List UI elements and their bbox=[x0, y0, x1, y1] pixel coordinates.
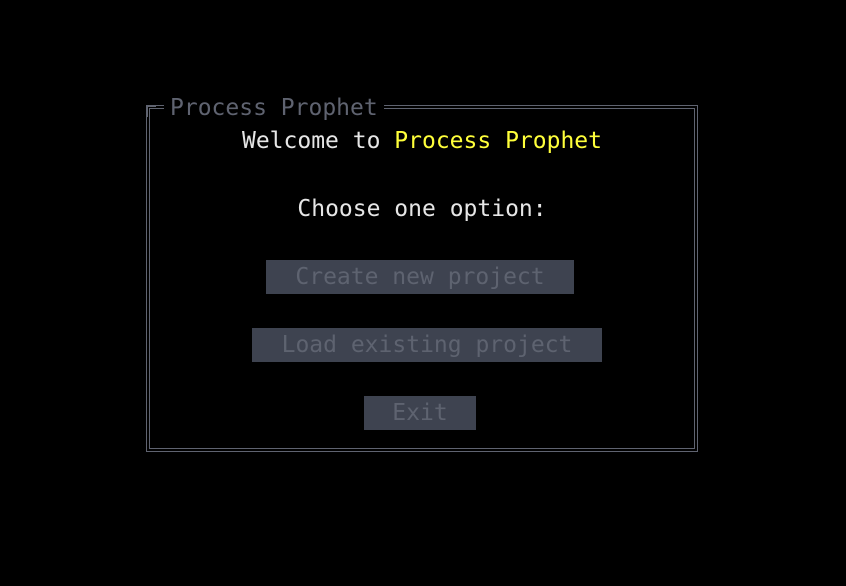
load-existing-project-button[interactable]: Load existing project bbox=[252, 328, 602, 362]
create-new-project-button[interactable]: Create new project bbox=[266, 260, 574, 294]
welcome-message: Welcome to Process Prophet bbox=[146, 126, 698, 156]
frame-corner-decoration bbox=[146, 105, 156, 117]
exit-button[interactable]: Exit bbox=[364, 396, 476, 430]
welcome-prefix: Welcome to bbox=[241, 128, 395, 154]
frame-title: Process Prophet bbox=[164, 93, 384, 123]
welcome-app-name: Process Prophet bbox=[394, 128, 603, 154]
choose-option-prompt: Choose one option: bbox=[297, 196, 547, 222]
